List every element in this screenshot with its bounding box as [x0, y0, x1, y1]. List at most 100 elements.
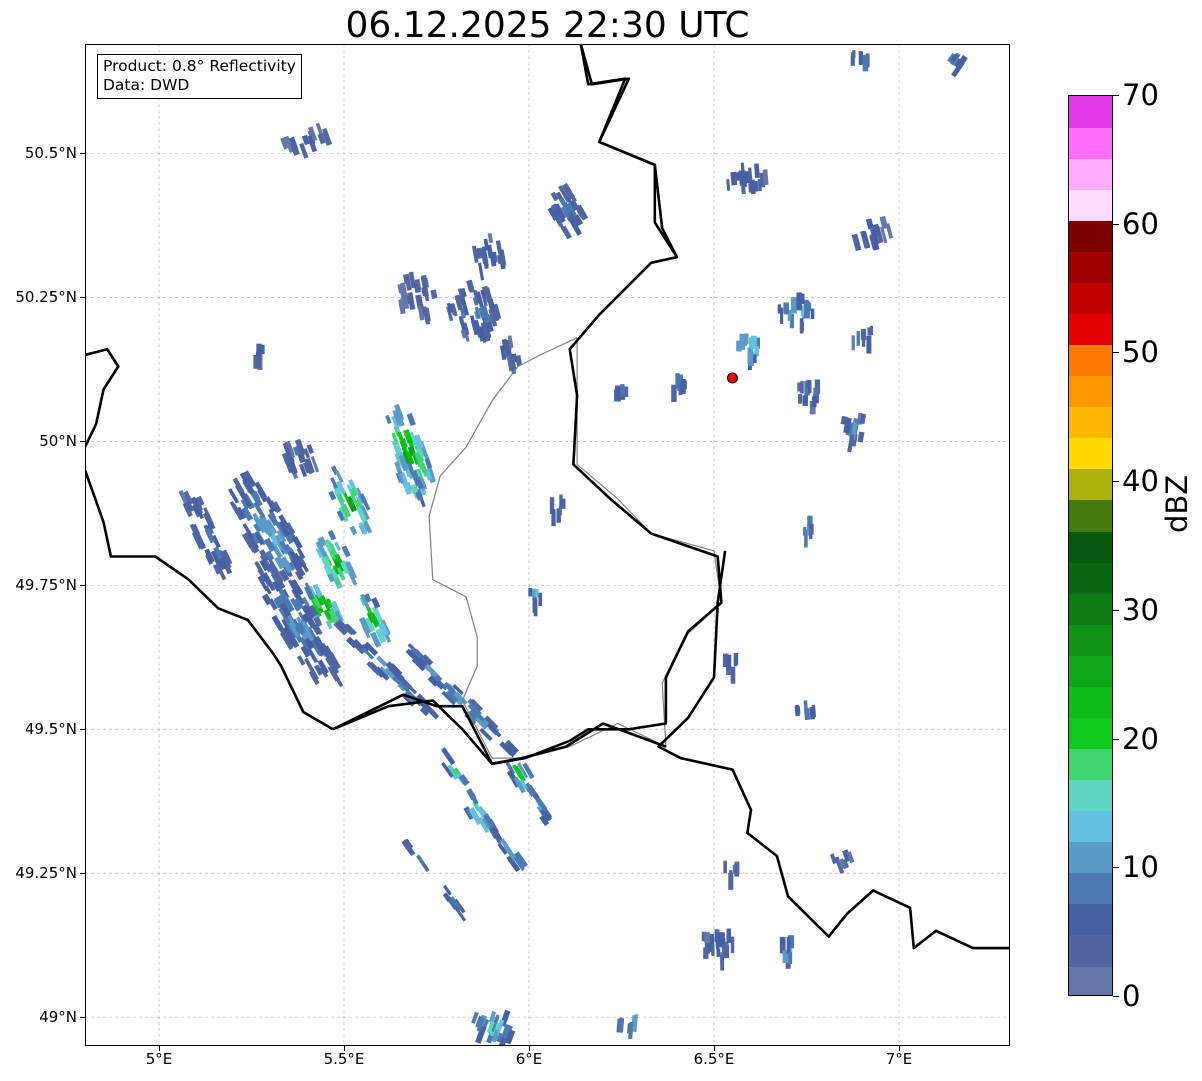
- colorbar-tick-label: 10: [1122, 850, 1159, 885]
- longitude-tick: [529, 1046, 530, 1051]
- latitude-tick: [80, 729, 85, 731]
- latitude-tick-label: 49°N: [39, 1008, 77, 1027]
- colorbar-segment: [1069, 499, 1112, 532]
- echo-cell: [850, 50, 870, 72]
- latitude-tick: [80, 1017, 85, 1019]
- colorbar-segment: [1069, 530, 1112, 563]
- echo-cell: [671, 373, 687, 403]
- colorbar-segment: [1069, 872, 1112, 905]
- echo-cell: [547, 182, 589, 240]
- colorbar-tick: [1113, 481, 1119, 483]
- colorbar-segment: [1069, 313, 1112, 346]
- colorbar-segment: [1069, 158, 1112, 190]
- longitude-tick: [899, 1046, 900, 1051]
- colorbar-tick-label: 40: [1122, 464, 1159, 499]
- echo-cell: [723, 860, 740, 890]
- chart-title: 06.12.2025 22:30 UTC: [345, 5, 750, 46]
- colorbar-segment: [1069, 406, 1112, 439]
- colorbar-segment: [1069, 686, 1112, 718]
- echo-cell: [794, 700, 817, 721]
- echo-cell: [829, 849, 855, 874]
- colorbar-segment: [1069, 375, 1112, 408]
- colorbar-tick-label: 50: [1122, 335, 1159, 370]
- colorbar-segment: [1069, 96, 1112, 128]
- colorbar-segment: [1069, 251, 1112, 283]
- colorbar-segment: [1069, 779, 1112, 812]
- echo-cell: [463, 788, 504, 844]
- echo-cell: [497, 838, 529, 873]
- longitude-tick-label: 6.5°E: [693, 1050, 735, 1068]
- radar-map[interactable]: [85, 44, 1010, 1046]
- echo-cell: [499, 335, 523, 375]
- echo-cell: [471, 1009, 516, 1046]
- colorbar-tick-label: 30: [1122, 592, 1159, 627]
- colorbar-tick-label: 70: [1122, 78, 1159, 112]
- latitude-tick: [80, 873, 85, 875]
- echo-cell: [947, 52, 968, 78]
- colorbar-tick-label: 20: [1122, 721, 1159, 756]
- colorbar-tick: [1113, 352, 1119, 354]
- echo-cell: [446, 279, 502, 343]
- echo-cell: [401, 838, 430, 872]
- colorbar-tick: [1113, 867, 1119, 869]
- colorbar-tick: [1113, 609, 1119, 611]
- colorbar-segment: [1069, 965, 1112, 995]
- echo-cell: [442, 884, 467, 922]
- latitude-tick-label: 49.25°N: [15, 864, 77, 883]
- echo-cell: [549, 494, 566, 527]
- colorbar-tick: [1113, 996, 1119, 997]
- longitude-tick-label: 5.5°E: [323, 1050, 365, 1068]
- colorbar-segment: [1069, 562, 1112, 594]
- colorbar-segment: [1069, 748, 1112, 781]
- longitude-tick: [159, 1046, 160, 1051]
- country-border: [579, 44, 679, 258]
- country-border: [85, 347, 120, 448]
- echo-cell: [614, 384, 629, 402]
- echo-cell: [777, 292, 815, 334]
- echo-cell: [315, 529, 358, 590]
- latitude-tick-label: 50.25°N: [15, 288, 77, 307]
- colorbar-segment: [1069, 437, 1112, 470]
- colorbar-segment: [1069, 841, 1112, 874]
- echo-cell: [779, 935, 795, 969]
- country-border: [332, 44, 723, 766]
- echo-cell: [701, 928, 735, 971]
- colorbar-tick: [1113, 738, 1119, 740]
- region-boundary: [428, 337, 723, 759]
- latitude-tick: [80, 441, 85, 443]
- colorbar-segment: [1069, 189, 1112, 221]
- colorbar-segment: [1069, 655, 1112, 687]
- colorbar-segment: [1069, 934, 1112, 967]
- longitude-tick-label: 7°E: [885, 1050, 913, 1068]
- colorbar-segment: [1069, 220, 1112, 252]
- echo-cell: [397, 271, 438, 325]
- colorbar-segment: [1069, 468, 1112, 501]
- colorbar: [1068, 95, 1113, 996]
- echo-cell: [471, 232, 507, 281]
- latitude-tick: [80, 153, 85, 155]
- echo-cell: [722, 652, 739, 684]
- colorbar-segment: [1069, 127, 1112, 159]
- colorbar-tick: [1113, 223, 1119, 225]
- latitude-tick-label: 49.75°N: [15, 576, 77, 595]
- info-box: Product: 0.8° Reflectivity Data: DWD: [97, 54, 302, 99]
- colorbar-tick-label: 60: [1122, 206, 1159, 241]
- echo-cell: [280, 122, 333, 159]
- longitude-tick-label: 5°E: [145, 1050, 173, 1068]
- longitude-tick: [714, 1046, 715, 1051]
- colorbar-segment: [1069, 282, 1112, 315]
- colorbar-segment: [1069, 624, 1112, 656]
- latitude-tick-label: 50.5°N: [24, 144, 77, 163]
- colorbar-label: dBZ: [1160, 474, 1194, 533]
- colorbar-segment: [1069, 593, 1112, 625]
- echo-cell: [851, 215, 894, 252]
- echo-cell: [178, 489, 233, 581]
- echo-cell: [736, 333, 761, 371]
- latitude-tick: [80, 585, 85, 587]
- echo-cell: [726, 162, 769, 195]
- longitude-tick-label: 6°E: [515, 1050, 543, 1068]
- echo-cell: [803, 515, 814, 548]
- data-source-label: Data: DWD: [103, 76, 190, 94]
- latitude-tick-label: 50°N: [39, 432, 77, 451]
- country-border: [332, 699, 667, 766]
